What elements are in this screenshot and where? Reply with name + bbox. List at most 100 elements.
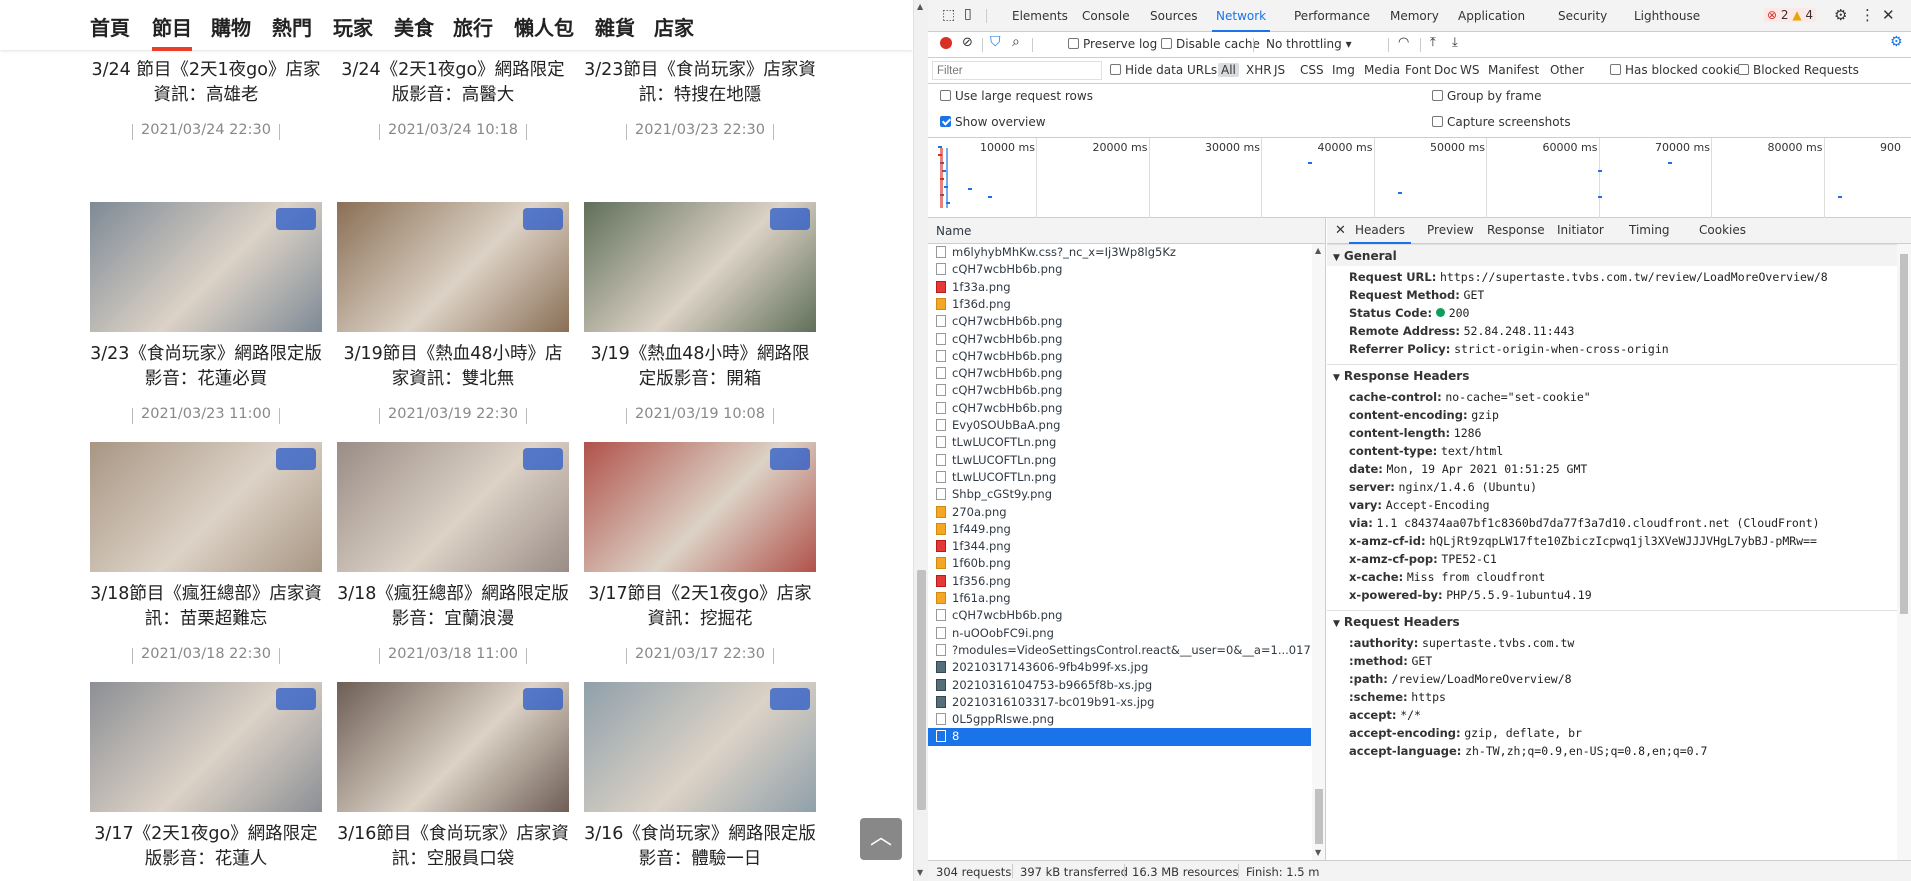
page-scrollbar-thumb[interactable]	[917, 570, 926, 810]
article-card[interactable]: 3/19《熱血48小時》網路限定版影音：開箱 2021/03/19 10:08	[584, 202, 816, 424]
type-filter-font[interactable]: Font	[1405, 63, 1431, 77]
request-row[interactable]: cQH7wcbHb6b.png	[928, 382, 1311, 399]
tab-application[interactable]: Application	[1458, 9, 1525, 23]
request-row[interactable]: 20210316104753-b9665f8b-xs.jpg	[928, 677, 1311, 694]
tab-sources[interactable]: Sources	[1150, 9, 1197, 23]
detail-tab-initiator[interactable]: Initiator	[1557, 223, 1604, 237]
blocked-requests-checkbox[interactable]: Blocked Requests	[1738, 63, 1859, 77]
detail-tab-timing[interactable]: Timing	[1629, 223, 1670, 237]
filter-icon[interactable]: ⛉	[990, 34, 1001, 50]
type-filter-ws[interactable]: WS	[1460, 63, 1479, 77]
article-title[interactable]: 3/24 節目《2天1夜go》店家資訊：高雄老	[90, 58, 322, 108]
article-title[interactable]: 3/23節目《食尚玩家》店家資訊：特搜在地隱	[584, 58, 816, 108]
request-list-scrollbar[interactable]: ▲ ▼	[1312, 244, 1325, 860]
request-row[interactable]: 1f36d.png	[928, 296, 1311, 313]
article-title[interactable]: 3/19《熱血48小時》網路限定版影音：開箱	[584, 342, 816, 392]
nav-item[interactable]: 熱門	[272, 12, 312, 41]
type-filter-js[interactable]: JS	[1274, 63, 1285, 77]
tab-console[interactable]: Console	[1082, 9, 1130, 23]
capture-screenshots-checkbox[interactable]: Capture screenshots	[1432, 115, 1571, 129]
request-row[interactable]: 1f33a.png	[928, 279, 1311, 296]
detail-tab-cookies[interactable]: Cookies	[1699, 223, 1746, 237]
section-header[interactable]: ▼ General	[1327, 244, 1897, 266]
article-thumbnail[interactable]	[584, 682, 816, 812]
device-toolbar-icon[interactable]: ▯	[964, 6, 972, 22]
scroll-to-top-button[interactable]: ︿	[860, 818, 902, 860]
request-row[interactable]: 270a.png	[928, 504, 1311, 521]
network-settings-icon[interactable]: ⚙	[1890, 34, 1903, 50]
scroll-down-arrow-icon[interactable]: ▼	[917, 868, 923, 877]
request-row[interactable]: cQH7wcbHb6b.png	[928, 331, 1311, 348]
nav-item[interactable]: 節目	[152, 12, 192, 51]
request-row[interactable]: m6lyhybMhKw.css?_nc_x=Ij3Wp8lg5Kz	[928, 244, 1311, 261]
hide-data-urls-checkbox[interactable]: Hide data URLs	[1110, 63, 1217, 77]
article-title[interactable]: 3/16《食尚玩家》網路限定版影音：體驗一日	[584, 822, 816, 872]
clear-icon[interactable]: ⊘	[962, 35, 973, 50]
group-by-frame-checkbox[interactable]: Group by frame	[1432, 89, 1541, 103]
article-thumbnail[interactable]	[337, 442, 569, 572]
type-filter-other[interactable]: Other	[1550, 63, 1584, 77]
request-row[interactable]: ?modules=VideoSettingsControl.react&__us…	[928, 642, 1311, 659]
name-column-header[interactable]: Name	[928, 218, 1325, 244]
request-row[interactable]: cQH7wcbHb6b.png	[928, 365, 1311, 382]
inspect-element-icon[interactable]: ⬚	[942, 7, 955, 23]
search-icon[interactable]: ⌕	[1012, 34, 1020, 50]
page-scrollbar[interactable]: ▲ ▼	[913, 0, 928, 881]
request-list-scrollbar-thumb[interactable]	[1315, 789, 1323, 844]
section-header[interactable]: ▼ Request Headers	[1327, 610, 1897, 632]
type-filter-doc[interactable]: Doc	[1434, 63, 1457, 77]
detail-tab-response[interactable]: Response	[1487, 223, 1545, 237]
nav-item[interactable]: 旅行	[453, 12, 493, 41]
article-card[interactable]: 3/18節目《瘋狂總部》店家資訊：苗栗超難忘 2021/03/18 22:30	[90, 442, 322, 664]
nav-item[interactable]: 店家	[654, 12, 694, 41]
article-title[interactable]: 3/17《2天1夜go》網路限定版影音：花蓮人	[90, 822, 322, 872]
throttling-select[interactable]: No throttling ▾	[1266, 37, 1352, 51]
request-row[interactable]: cQH7wcbHb6b.png	[928, 607, 1311, 624]
type-filter-css[interactable]: CSS	[1300, 63, 1324, 77]
has-blocked-cookies-checkbox[interactable]: Has blocked cookies	[1610, 63, 1747, 77]
article-thumbnail[interactable]	[90, 682, 322, 812]
record-button[interactable]	[940, 37, 952, 49]
detail-tab-preview[interactable]: Preview	[1427, 223, 1474, 237]
request-row[interactable]: 8	[928, 728, 1311, 746]
request-row[interactable]: 1f60b.png	[928, 555, 1311, 572]
request-row[interactable]: cQH7wcbHb6b.png	[928, 313, 1311, 330]
request-row[interactable]: 0L5gppRlswe.png	[928, 711, 1311, 728]
nav-item[interactable]: 美食	[394, 12, 434, 41]
type-filter-manifest[interactable]: Manifest	[1488, 63, 1539, 77]
article-card[interactable]: 3/17節目《2天1夜go》店家資訊：挖掘花 2021/03/17 22:30	[584, 442, 816, 664]
export-har-icon[interactable]: ⤓	[1452, 35, 1458, 50]
online-wifi-icon[interactable]: ◠	[1398, 35, 1409, 50]
article-thumbnail[interactable]	[584, 202, 816, 332]
tab-memory[interactable]: Memory	[1390, 9, 1439, 23]
type-filter-img[interactable]: Img	[1332, 63, 1355, 77]
tab-security[interactable]: Security	[1558, 9, 1607, 23]
show-overview-checkbox[interactable]: Show overview	[940, 115, 1046, 129]
scroll-up-arrow-icon[interactable]: ▲	[917, 2, 923, 11]
article-card[interactable]: 3/16節目《食尚玩家》店家資訊：空服員口袋	[337, 682, 569, 872]
disable-cache-checkbox[interactable]: Disable cache	[1161, 37, 1260, 51]
request-row[interactable]: 1f61a.png	[928, 590, 1311, 607]
request-row[interactable]: Shbp_cGSt9y.png	[928, 486, 1311, 503]
details-scrollbar[interactable]	[1897, 244, 1911, 860]
request-row[interactable]: n-uOOobFC9i.png	[928, 625, 1311, 642]
request-row[interactable]: cQH7wcbHb6b.png	[928, 348, 1311, 365]
large-rows-checkbox[interactable]: Use large request rows	[940, 89, 1093, 103]
article-title[interactable]: 3/18《瘋狂總部》網路限定版影音：宜蘭浪漫	[337, 582, 569, 632]
nav-item[interactable]: 玩家	[333, 12, 373, 41]
details-scrollbar-thumb[interactable]	[1900, 254, 1908, 614]
article-title[interactable]: 3/16節目《食尚玩家》店家資訊：空服員口袋	[337, 822, 569, 872]
article-thumbnail[interactable]	[584, 442, 816, 572]
article-title[interactable]: 3/17節目《2天1夜go》店家資訊：挖掘花	[584, 582, 816, 632]
preserve-log-checkbox[interactable]: Preserve log	[1068, 37, 1157, 51]
tab-performance[interactable]: Performance	[1294, 9, 1370, 23]
scroll-up-arrow-icon[interactable]: ▲	[1315, 246, 1321, 255]
type-filter-xhr[interactable]: XHR	[1246, 63, 1272, 77]
request-row[interactable]: tLwLUCOFTLn.png	[928, 469, 1311, 486]
close-details-icon[interactable]: ✕	[1335, 223, 1346, 238]
close-devtools-icon[interactable]: ✕	[1882, 6, 1895, 24]
nav-item[interactable]: 首頁	[90, 12, 130, 41]
settings-gear-icon[interactable]: ⚙	[1834, 6, 1847, 24]
article-title[interactable]: 3/24《2天1夜go》網路限定版影音：高醫大	[337, 58, 569, 108]
request-row[interactable]: 20210316103317-bc019b91-xs.jpg	[928, 694, 1311, 711]
